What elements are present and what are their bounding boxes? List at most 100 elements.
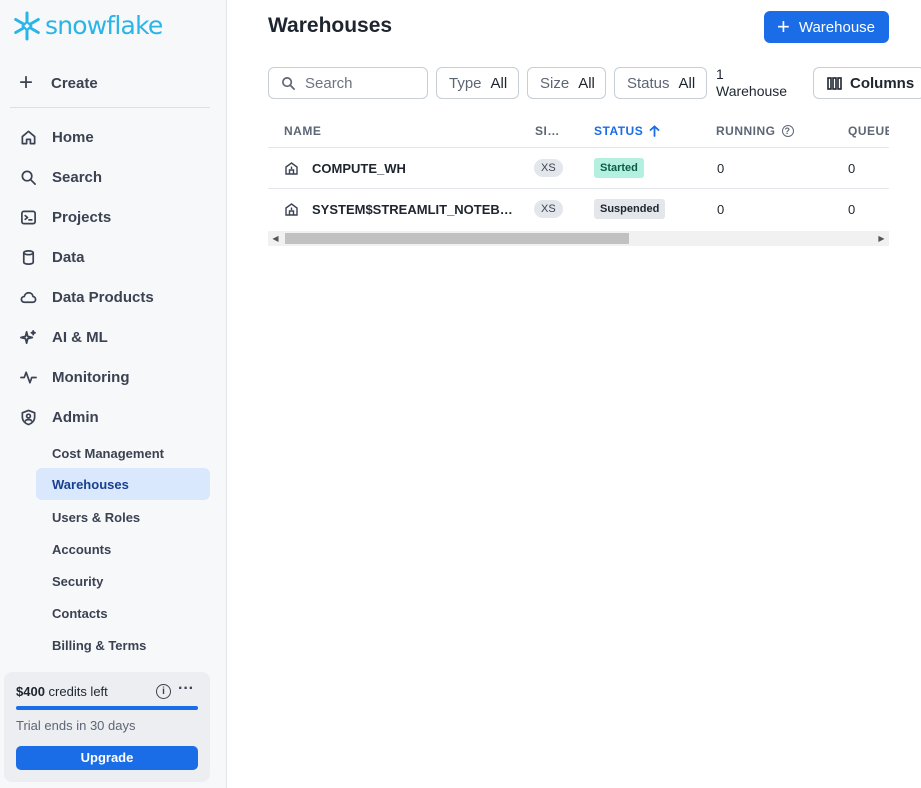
sidebar-item-accounts[interactable]: Accounts bbox=[36, 533, 210, 565]
sidebar: snowflake + Create Home Search Projects … bbox=[0, 0, 227, 788]
size-cell: XS bbox=[534, 189, 563, 229]
plus-icon: + bbox=[18, 69, 33, 96]
filter-key: Size bbox=[540, 74, 570, 92]
column-header-status[interactable]: STATUS bbox=[594, 124, 660, 138]
sidebar-item-label: Admin bbox=[52, 408, 99, 426]
pulse-icon bbox=[10, 369, 46, 386]
sidebar-item-label: Home bbox=[52, 128, 94, 146]
filter-key: Type bbox=[449, 74, 482, 92]
search-input[interactable] bbox=[305, 74, 415, 92]
size-cell: XS bbox=[534, 148, 563, 188]
queued-cell: 0 bbox=[848, 160, 856, 176]
warehouse-name[interactable]: COMPUTE_WH bbox=[312, 148, 406, 188]
credits-card: $400 credits left i ··· Trial ends in 30… bbox=[4, 672, 210, 782]
search-field[interactable] bbox=[268, 67, 428, 99]
filter-value: All bbox=[490, 74, 508, 92]
column-header-label: STATUS bbox=[594, 124, 644, 138]
filter-value: All bbox=[678, 74, 696, 92]
more-options-icon[interactable]: ··· bbox=[178, 680, 194, 698]
type-filter[interactable]: Type All bbox=[436, 67, 519, 99]
sidebar-item-ai-ml[interactable]: AI & ML bbox=[10, 321, 210, 353]
sidebar-item-label: Data bbox=[52, 248, 85, 266]
warehouse-name[interactable]: SYSTEM$STREAMLIT_NOTEB… bbox=[312, 189, 513, 229]
running-cell: 0 bbox=[717, 160, 725, 176]
sidebar-item-projects[interactable]: Projects bbox=[10, 201, 210, 233]
column-header-label: RUNNING bbox=[716, 124, 776, 138]
scroll-right-arrow-icon[interactable]: ▶ bbox=[874, 231, 889, 246]
sidebar-item-admin[interactable]: Admin bbox=[10, 401, 210, 433]
sidebar-item-label: Data Products bbox=[52, 288, 154, 306]
snowflake-logo[interactable]: snowflake bbox=[11, 10, 163, 42]
warehouse-icon bbox=[285, 189, 298, 229]
table-row[interactable]: SYSTEM$STREAMLIT_NOTEB… XS Suspended 0 0 bbox=[268, 188, 889, 229]
sidebar-item-users-roles[interactable]: Users & Roles bbox=[36, 501, 210, 533]
search-icon bbox=[10, 169, 46, 186]
trial-end-text: Trial ends in 30 days bbox=[16, 718, 136, 733]
status-cell: Suspended bbox=[594, 189, 666, 229]
snowflake-logo-icon bbox=[14, 11, 40, 41]
scroll-left-arrow-icon[interactable]: ◀ bbox=[268, 231, 283, 246]
scrollbar-thumb[interactable] bbox=[285, 233, 629, 244]
add-warehouse-button[interactable]: + Warehouse bbox=[764, 11, 889, 43]
cloud-icon bbox=[10, 289, 46, 306]
status-cell: Started bbox=[594, 148, 644, 188]
info-icon[interactable]: i bbox=[156, 684, 171, 699]
sidebar-item-monitoring[interactable]: Monitoring bbox=[10, 361, 210, 393]
sidebar-item-search[interactable]: Search bbox=[10, 161, 210, 193]
columns-button[interactable]: Columns bbox=[813, 67, 921, 99]
count-label: Warehouse bbox=[716, 83, 788, 99]
help-icon[interactable]: ? bbox=[781, 125, 794, 137]
filter-key: Status bbox=[627, 74, 670, 92]
warehouse-count: 1 Warehouse bbox=[716, 66, 787, 100]
credits-progress-bar bbox=[16, 706, 198, 710]
terminal-icon bbox=[10, 209, 46, 226]
sidebar-item-warehouses[interactable]: Warehouses bbox=[36, 468, 210, 500]
upgrade-button[interactable]: Upgrade bbox=[16, 746, 198, 770]
column-header-running[interactable]: RUNNING ? bbox=[716, 124, 794, 138]
page-title: Warehouses bbox=[268, 14, 393, 37]
column-header-queued[interactable]: QUEUE bbox=[848, 124, 889, 138]
sidebar-item-cost-management[interactable]: Cost Management bbox=[36, 437, 210, 469]
column-header-size[interactable]: SI… bbox=[535, 124, 560, 138]
sidebar-item-billing-terms[interactable]: Billing & Terms bbox=[36, 629, 210, 661]
sparkle-icon bbox=[10, 329, 46, 346]
sidebar-item-security[interactable]: Security bbox=[36, 565, 210, 597]
count-number: 1 bbox=[716, 66, 724, 82]
sort-ascending-icon bbox=[649, 125, 660, 137]
sidebar-divider bbox=[10, 107, 210, 108]
warehouses-table: NAME SI… STATUS RUNNING ? QUEUE COMPUTE_… bbox=[268, 112, 889, 230]
columns-icon bbox=[827, 76, 842, 90]
credits-amount: $400 bbox=[16, 684, 45, 699]
sidebar-item-label: Projects bbox=[52, 208, 112, 226]
status-badge: Suspended bbox=[594, 199, 666, 219]
sidebar-item-label: Monitoring bbox=[52, 368, 130, 386]
size-badge: XS bbox=[534, 200, 563, 218]
home-icon bbox=[10, 129, 46, 146]
sidebar-item-contacts[interactable]: Contacts bbox=[36, 597, 210, 629]
table-row[interactable]: COMPUTE_WH XS Started 0 0 bbox=[268, 147, 889, 188]
running-cell: 0 bbox=[717, 201, 725, 217]
size-filter[interactable]: Size All bbox=[527, 67, 606, 99]
queued-cell: 0 bbox=[848, 201, 856, 217]
brand-name: snowflake bbox=[45, 11, 163, 40]
credits-suffix: credits left bbox=[44, 684, 108, 699]
column-header-name[interactable]: NAME bbox=[284, 124, 321, 138]
sidebar-item-home[interactable]: Home bbox=[10, 121, 210, 153]
sidebar-item-data-products[interactable]: Data Products bbox=[10, 281, 210, 313]
plus-icon: + bbox=[777, 14, 790, 39]
create-button[interactable]: + Create bbox=[18, 70, 98, 96]
filter-value: All bbox=[578, 74, 595, 92]
status-badge: Started bbox=[594, 158, 644, 178]
sidebar-item-data[interactable]: Data bbox=[10, 241, 210, 273]
database-icon bbox=[10, 249, 46, 266]
warehouse-icon bbox=[285, 148, 298, 188]
search-icon bbox=[282, 76, 296, 90]
status-filter[interactable]: Status All bbox=[614, 67, 707, 99]
horizontal-scrollbar[interactable]: ◀ ▶ bbox=[268, 231, 889, 246]
columns-label: Columns bbox=[850, 74, 915, 92]
shield-user-icon bbox=[10, 409, 46, 426]
create-label: Create bbox=[51, 74, 98, 92]
add-warehouse-label: Warehouse bbox=[798, 18, 876, 36]
credits-left-text: $400 credits left bbox=[16, 684, 108, 699]
size-badge: XS bbox=[534, 159, 563, 177]
